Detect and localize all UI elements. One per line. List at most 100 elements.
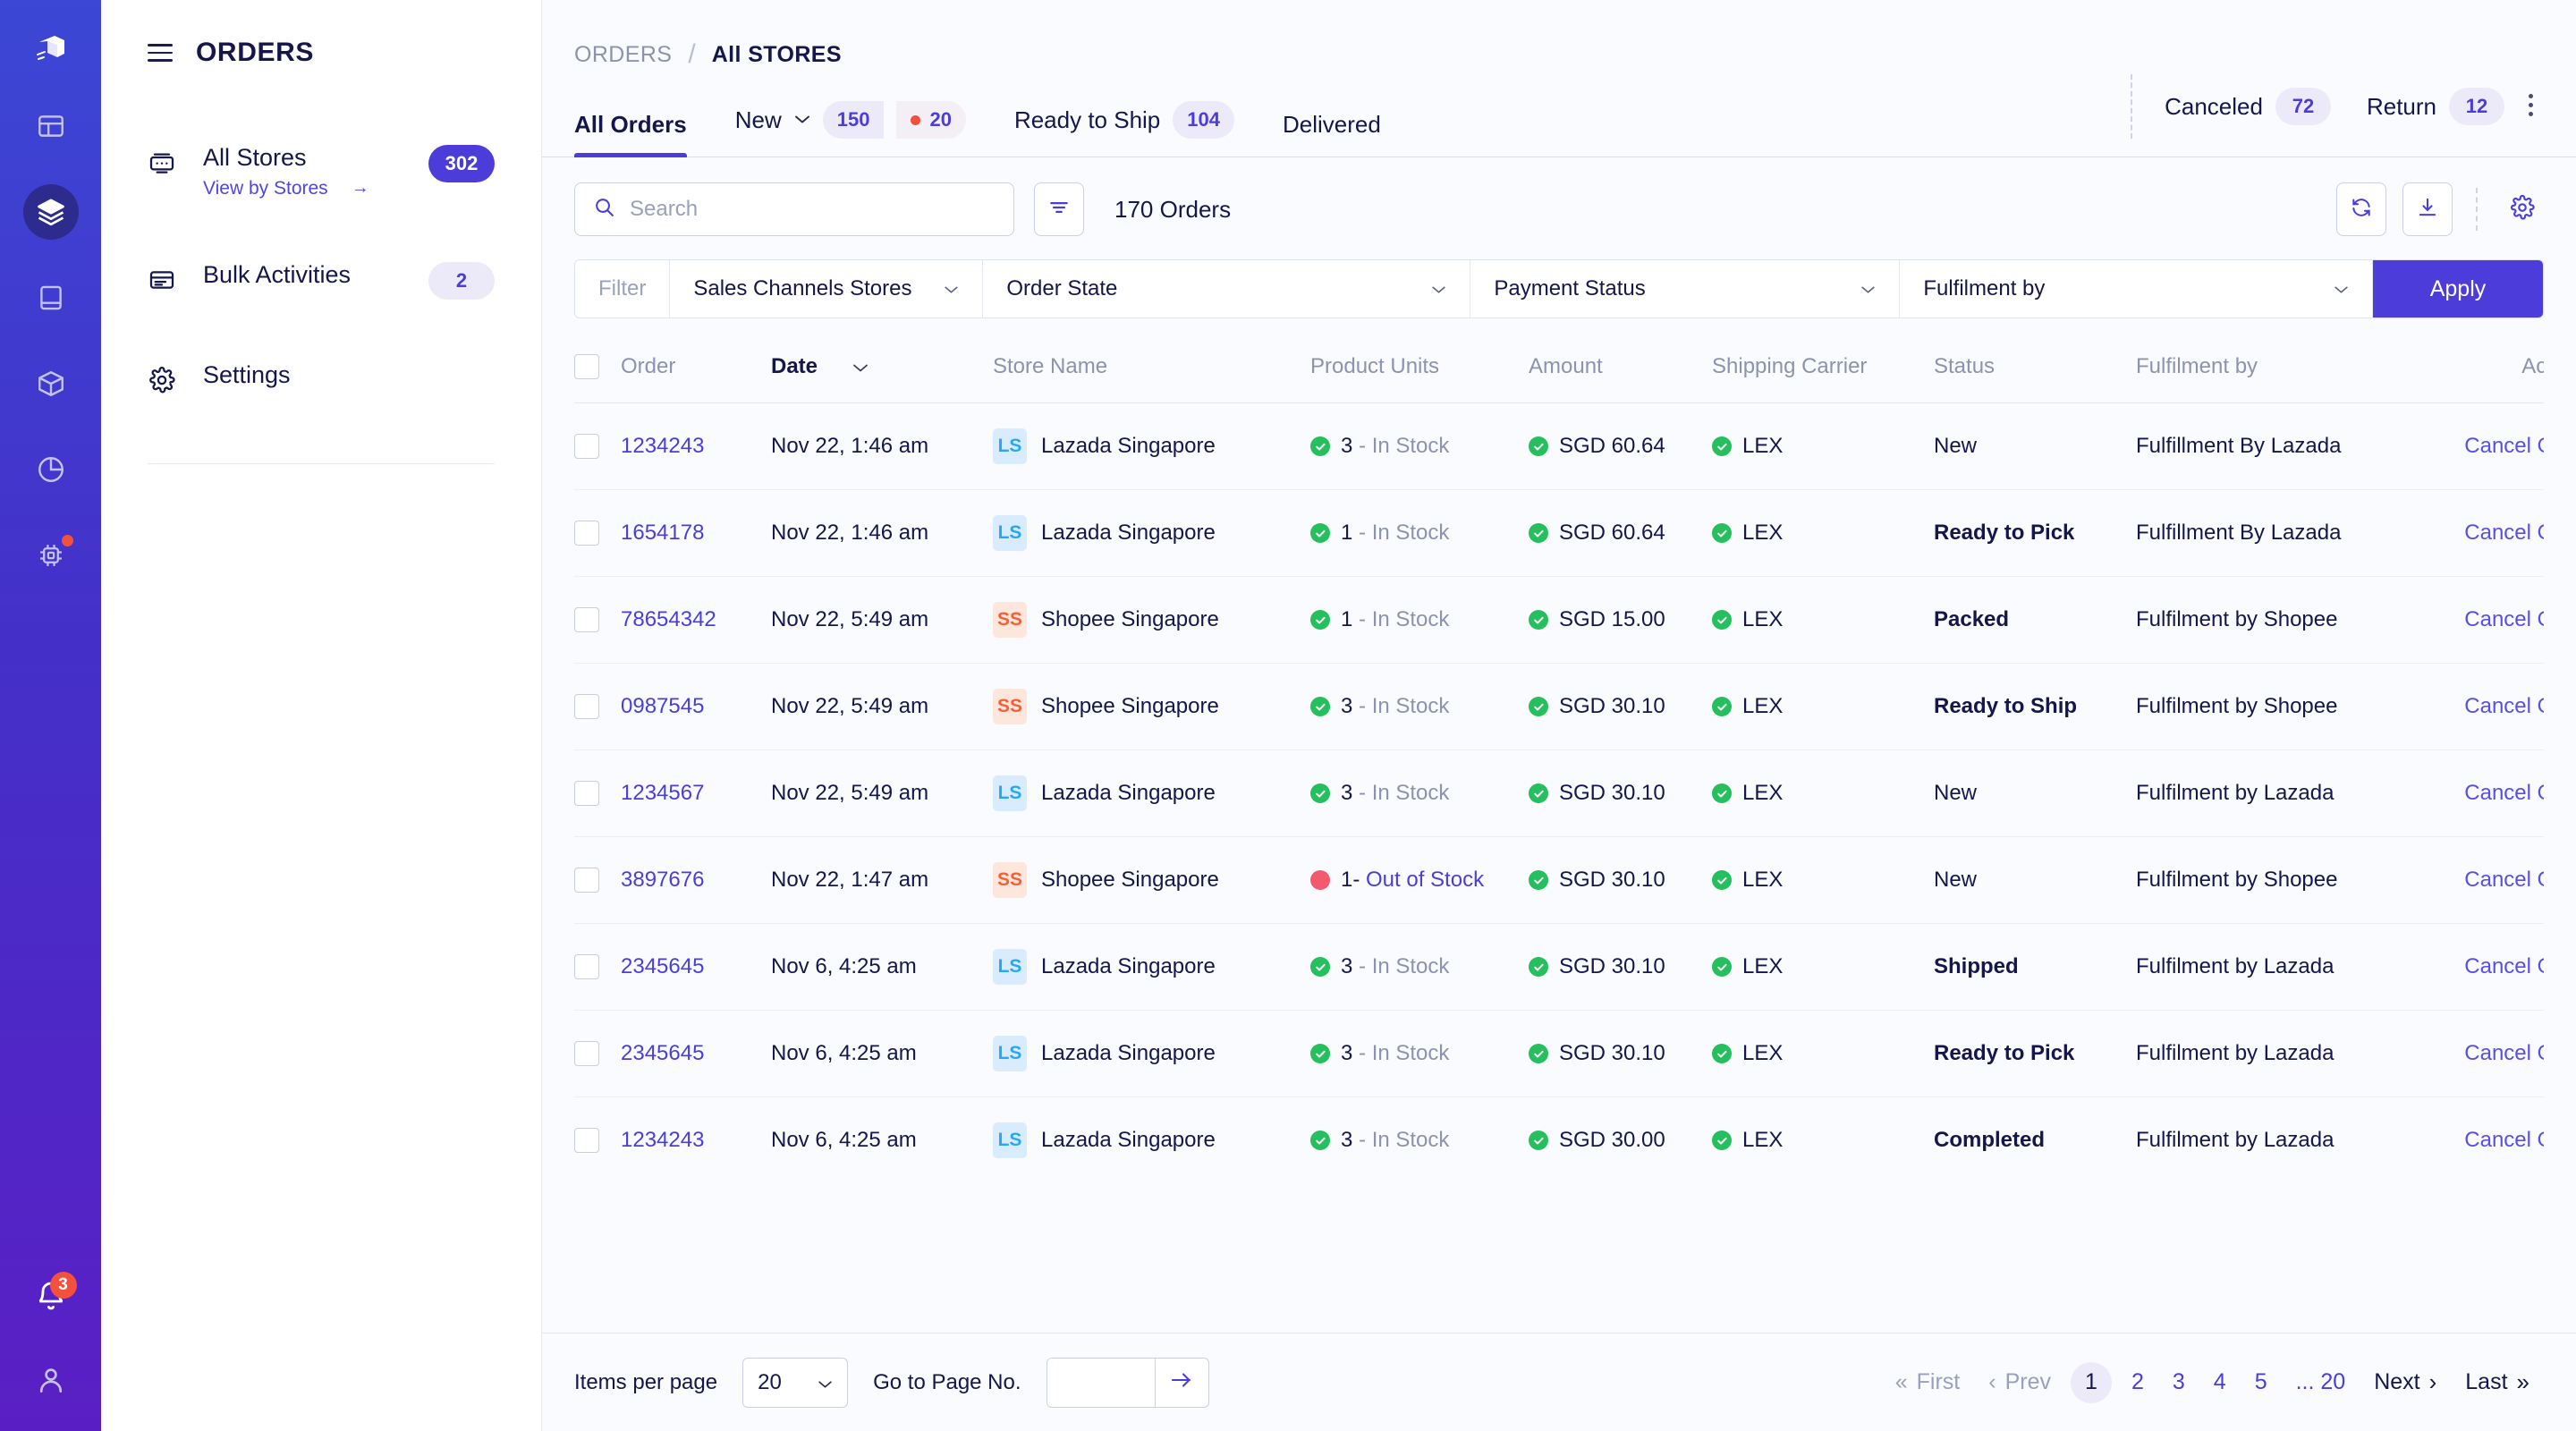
rail-item-dashboard[interactable]	[23, 98, 79, 154]
tab-return[interactable]: Return 12	[2367, 88, 2504, 125]
table-row[interactable]: 1234243Nov 6, 4:25 amLSLazada Singapore3…	[574, 1097, 2544, 1184]
th-status[interactable]: Status	[1934, 342, 2136, 403]
filter-sales-channels-stores[interactable]: Sales Channels Stores	[670, 260, 983, 318]
refresh-button[interactable]	[2336, 182, 2386, 236]
filter-fulfilment-by[interactable]: Fulfilment by	[1900, 260, 2373, 318]
th-shipping-carrier[interactable]: Shipping Carrier	[1712, 342, 1934, 403]
table-row[interactable]: 78654342Nov 22, 5:49 amSSShopee Singapor…	[574, 577, 2544, 664]
chevron-down-icon[interactable]	[794, 110, 810, 130]
table-row[interactable]: 0987545Nov 22, 5:49 amSSShopee Singapore…	[574, 664, 2544, 750]
th-date[interactable]: Date	[771, 342, 993, 403]
tab-canceled[interactable]: Canceled 72	[2165, 88, 2331, 125]
filter-payment-status[interactable]: Payment Status	[1470, 260, 1900, 318]
page-4[interactable]: 4	[2199, 1369, 2241, 1395]
rail-item-orders[interactable]	[23, 184, 79, 240]
cancel-order-link[interactable]: Cancel Order	[2464, 1128, 2544, 1152]
page-next[interactable]: Next ›	[2360, 1368, 2451, 1396]
row-checkbox[interactable]	[574, 781, 599, 806]
select-all-checkbox[interactable]	[574, 354, 599, 379]
apply-button[interactable]: Apply	[2373, 260, 2543, 318]
row-checkbox[interactable]	[574, 607, 599, 632]
rail-item-profile[interactable]	[23, 1352, 79, 1408]
cancel-order-link[interactable]: Cancel Order	[2464, 954, 2544, 978]
table-row[interactable]: 2345645Nov 6, 4:25 amLSLazada Singapore3…	[574, 1011, 2544, 1097]
row-checkbox[interactable]	[574, 868, 599, 893]
th-product-units[interactable]: Product Units	[1310, 342, 1529, 403]
cell-order: 1234243	[621, 403, 771, 490]
order-id-link[interactable]: 1234567	[621, 781, 704, 805]
filter-order-state[interactable]: Order State	[983, 260, 1470, 318]
view-by-stores-row[interactable]: View by Stores →	[203, 178, 403, 199]
order-id-link[interactable]: 78654342	[621, 607, 716, 631]
row-checkbox[interactable]	[574, 694, 599, 719]
order-id-link[interactable]: 2345645	[621, 954, 704, 978]
rail-item-catalog[interactable]	[23, 270, 79, 326]
goto-page-submit[interactable]	[1155, 1359, 1208, 1407]
order-id-link[interactable]: 1654178	[621, 521, 704, 545]
download-button[interactable]	[2402, 182, 2453, 236]
order-id-link[interactable]: 2345645	[621, 1041, 704, 1065]
cell-product-units: 3 - In Stock	[1310, 924, 1529, 1011]
row-checkbox[interactable]	[574, 434, 599, 459]
rail-item-inventory[interactable]	[23, 356, 79, 411]
page-2[interactable]: 2	[2117, 1369, 2158, 1395]
hamburger-menu-icon[interactable]	[148, 44, 173, 62]
goto-page-input[interactable]	[1047, 1359, 1155, 1407]
view-by-stores-link[interactable]: View by Stores	[203, 178, 328, 199]
th-amount[interactable]: Amount	[1529, 342, 1712, 403]
page-5[interactable]: 5	[2241, 1369, 2282, 1395]
table-row[interactable]: 1234567Nov 22, 5:49 amLSLazada Singapore…	[574, 750, 2544, 837]
cancel-order-link[interactable]: Cancel Order	[2464, 781, 2544, 805]
sidebar-item-bulk-activities[interactable]: Bulk Activities 2	[148, 250, 495, 312]
store-name: Lazada Singapore	[1041, 434, 1216, 459]
table-row[interactable]: 1654178Nov 22, 1:46 amLSLazada Singapore…	[574, 490, 2544, 577]
row-checkbox[interactable]	[574, 954, 599, 979]
rail-item-analytics[interactable]	[23, 442, 79, 497]
cancel-order-link[interactable]: Cancel Order	[2464, 1041, 2544, 1065]
order-id-link[interactable]: 0987545	[621, 694, 704, 718]
page-first[interactable]: « First	[1881, 1369, 1975, 1395]
sidebar-item-settings[interactable]: Settings	[148, 350, 495, 411]
th-order[interactable]: Order	[621, 342, 771, 403]
cancel-order-link[interactable]: Cancel Order	[2464, 521, 2544, 545]
order-id-link[interactable]: 1234243	[621, 1128, 704, 1152]
cell-amount: SGD 30.00	[1529, 1097, 1712, 1184]
table-settings-button[interactable]	[2501, 188, 2544, 231]
search-input[interactable]	[630, 197, 996, 222]
tab-delivered[interactable]: Delivered	[1283, 111, 1381, 157]
page-last[interactable]: Last »	[2451, 1368, 2544, 1396]
row-checkbox[interactable]	[574, 1041, 599, 1066]
table-row[interactable]: 1234243Nov 22, 1:46 amLSLazada Singapore…	[574, 403, 2544, 490]
integrations-alert-dot	[62, 535, 73, 546]
search-box[interactable]	[574, 182, 1014, 236]
items-per-page-select[interactable]: 20	[742, 1358, 848, 1408]
sidebar-item-all-stores[interactable]: All Stores View by Stores → 302	[148, 132, 495, 212]
table-row[interactable]: 2345645Nov 6, 4:25 amLSLazada Singapore3…	[574, 924, 2544, 1011]
page-3[interactable]: 3	[2158, 1369, 2199, 1395]
th-store-name[interactable]: Store Name	[993, 342, 1310, 403]
th-fulfilment-by[interactable]: Fulfilment by	[2136, 342, 2413, 403]
row-checkbox[interactable]	[574, 521, 599, 546]
app-logo-icon[interactable]	[23, 23, 79, 79]
tab-new[interactable]: New 150 20	[735, 101, 966, 157]
cancel-order-link[interactable]: Cancel Order	[2464, 694, 2544, 718]
breadcrumb-parent[interactable]: ORDERS	[574, 42, 672, 68]
page-prev[interactable]: ‹ Prev	[1974, 1369, 2065, 1395]
row-checkbox[interactable]	[574, 1128, 599, 1153]
check-circle-icon	[1310, 783, 1330, 803]
cancel-order-link[interactable]: Cancel Order	[2464, 868, 2544, 892]
more-vertical-icon[interactable]	[2517, 94, 2544, 120]
order-id-link[interactable]: 3897676	[621, 868, 704, 892]
sort-chevron-down-icon[interactable]	[852, 359, 869, 377]
filter-button[interactable]	[1034, 182, 1084, 236]
cancel-order-link[interactable]: Cancel Order	[2464, 607, 2544, 631]
table-row[interactable]: 3897676Nov 22, 1:47 amSSShopee Singapore…	[574, 837, 2544, 924]
page-ellipsis-last[interactable]: ... 20	[2282, 1369, 2360, 1395]
page-1[interactable]: 1	[2071, 1362, 2112, 1403]
tab-ready-to-ship[interactable]: Ready to Ship 104	[1014, 101, 1234, 157]
order-id-link[interactable]: 1234243	[621, 434, 704, 458]
notifications-button[interactable]: 3	[23, 1270, 79, 1325]
cancel-order-link[interactable]: Cancel Order	[2464, 434, 2544, 458]
rail-item-integrations[interactable]	[23, 528, 79, 583]
tab-all-orders[interactable]: All Orders	[574, 111, 687, 157]
